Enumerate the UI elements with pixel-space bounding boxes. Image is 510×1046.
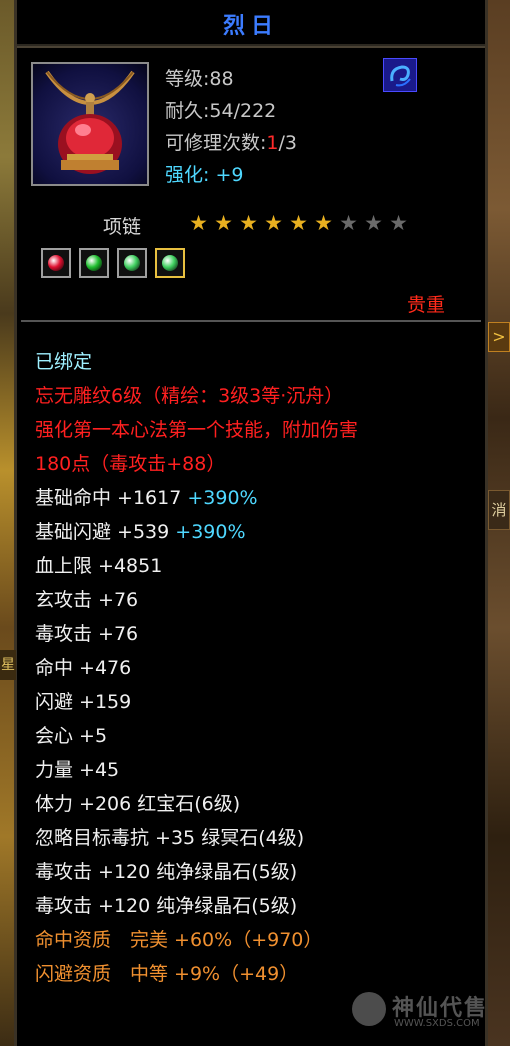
repair-total: /3 — [278, 132, 298, 154]
repair-count-text: 可修理次数:1/3 — [165, 128, 297, 155]
gem-core — [86, 255, 102, 271]
bound-status: 已绑定 — [35, 351, 93, 373]
star-rating: ★ ★ ★ ★ ★ ★ ★ ★ ★ — [187, 212, 410, 234]
stat-poison-attack: 毒攻击 +76 — [35, 623, 139, 645]
precious-label: 贵重 — [407, 294, 446, 316]
star-filled-icon: ★ — [264, 211, 283, 235]
star-filled-icon: ★ — [214, 211, 233, 235]
stat-crit: 会心 +5 — [35, 725, 108, 747]
stat-base-hit: 基础命中 +1617 +390% — [35, 481, 485, 515]
gem-core — [48, 255, 64, 271]
stat-stamina-gem: 红宝石(6级) — [137, 793, 241, 815]
watermark-logo-icon — [352, 992, 386, 1026]
star-filled-icon: ★ — [289, 211, 308, 235]
gem-core — [124, 255, 140, 271]
green-crystal-gold-icon[interactable] — [155, 248, 185, 278]
engrave-line-1: 忘无雕纹6级（精绘：3级3等·沉舟） — [35, 385, 344, 407]
star-filled-icon: ★ — [239, 211, 258, 235]
site-watermark: 神仙代售 WWW.SXDS.COM — [352, 990, 502, 1034]
star-empty-icon: ★ — [389, 211, 408, 235]
stat-poison-gem-1-name: 纯净绿晶石(5级) — [156, 861, 298, 883]
stat-hit: 命中 +476 — [35, 657, 132, 679]
engrave-line-2: 强化第一本心法第一个技能，附加伤害 — [35, 419, 359, 441]
level-text: 等级:88 — [165, 68, 234, 90]
necklace-icon — [31, 62, 149, 186]
star-filled-icon: ★ — [189, 211, 208, 235]
title-divider — [17, 46, 485, 48]
tooltip-title-bar: 烈日 — [17, 0, 485, 46]
stat-base-dodge-value: 基础闪避 +539 — [35, 521, 170, 543]
stat-ignore-poison-gem: 绿冥石(4级) — [201, 827, 305, 849]
stat-poison-gem-2-value: 毒攻击 +120 — [35, 895, 157, 917]
hit-quality: 命中资质 完美 +60%（+970） — [35, 929, 323, 951]
section-divider — [21, 320, 481, 322]
stat-hp: 血上限 +4851 — [35, 555, 163, 577]
stat-ignore-poison-value: 忽略目标毒抗 +35 — [35, 827, 202, 849]
enhance-text: 强化: +9 — [165, 160, 243, 187]
star-filled-icon: ★ — [314, 211, 333, 235]
right-side-tab[interactable]: 消 — [488, 490, 510, 530]
repair-used: 1 — [266, 132, 279, 154]
item-tooltip-panel: 烈日 等级:88 耐久:54/222 可修理次数:1/3 强化: +9 项链 ★… — [14, 0, 488, 1046]
red-gem-icon[interactable] — [41, 248, 71, 278]
stat-xuan-attack: 玄攻击 +76 — [35, 589, 139, 611]
durability-text: 耐久:54/222 — [165, 100, 277, 122]
stat-strength: 力量 +45 — [35, 759, 120, 781]
watermark-url: WWW.SXDS.COM — [394, 1018, 480, 1029]
gem-core — [162, 255, 178, 271]
stat-poison-gem-2-name: 纯净绿晶石(5级) — [156, 895, 298, 917]
stat-base-dodge-pct: +390% — [175, 521, 246, 543]
item-name: 烈日 — [222, 14, 279, 39]
gem-slots — [41, 248, 185, 278]
stat-stamina: 体力 +206 红宝石(6级) — [35, 787, 485, 821]
stats-list: 已绑定 忘无雕纹6级（精绘：3级3等·沉舟） 强化第一本心法第一个技能，附加伤害… — [35, 345, 485, 991]
repair-label: 可修理次数: — [165, 132, 267, 154]
right-expand-tab[interactable]: > — [488, 322, 510, 352]
star-empty-icon: ★ — [364, 211, 383, 235]
green-gem-icon[interactable] — [79, 248, 109, 278]
enhance-value: +9 — [215, 164, 244, 186]
stat-base-hit-value: 基础命中 +1617 — [35, 487, 182, 509]
stat-poison-gem-2: 毒攻击 +120 纯净绿晶石(5级) — [35, 889, 485, 923]
green-crystal-icon[interactable] — [117, 248, 147, 278]
stat-poison-gem-1-value: 毒攻击 +120 — [35, 861, 157, 883]
engrave-line-3: 180点（毒攻击+88） — [35, 453, 226, 475]
left-side-tab[interactable]: 星 — [0, 650, 16, 680]
stat-dodge: 闪避 +159 — [35, 691, 132, 713]
stat-base-hit-pct: +390% — [187, 487, 258, 509]
stat-poison-gem-1: 毒攻击 +120 纯净绿晶石(5级) — [35, 855, 485, 889]
star-empty-icon: ★ — [339, 211, 358, 235]
stat-stamina-value: 体力 +206 — [35, 793, 138, 815]
swirl-icon — [383, 58, 417, 92]
dodge-quality: 闪避资质 中等 +9%（+49） — [35, 963, 299, 985]
item-type: 项链 — [103, 216, 142, 238]
enhance-label: 强化: — [165, 164, 216, 186]
stat-base-dodge: 基础闪避 +539 +390% — [35, 515, 485, 549]
stat-ignore-poison: 忽略目标毒抗 +35 绿冥石(4级) — [35, 821, 485, 855]
